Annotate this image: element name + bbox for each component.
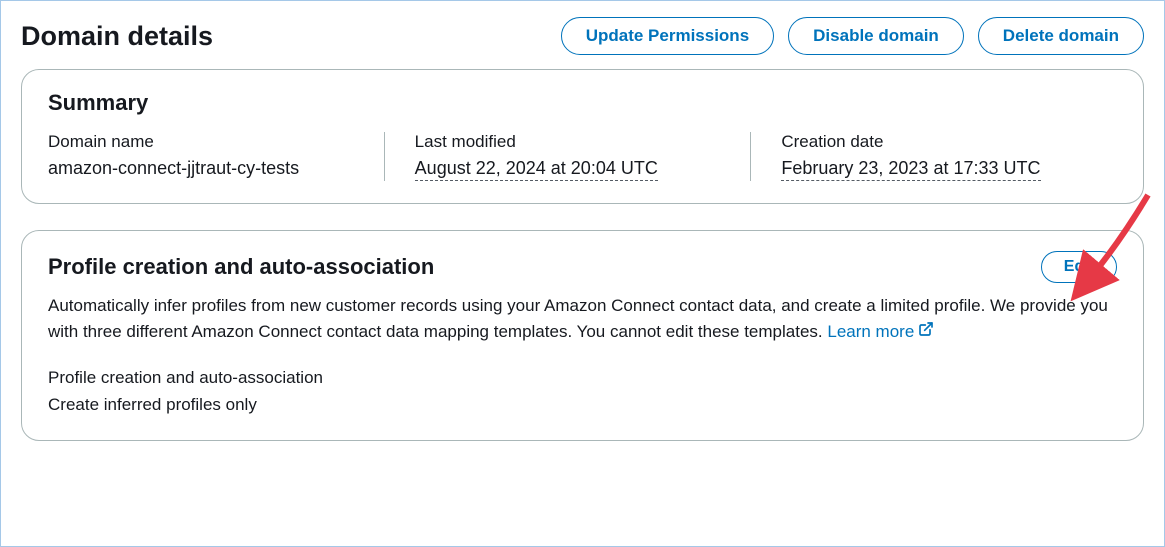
- disable-domain-button[interactable]: Disable domain: [788, 17, 964, 55]
- summary-panel: Summary Domain name amazon-connect-jjtra…: [21, 69, 1144, 204]
- delete-domain-button[interactable]: Delete domain: [978, 17, 1144, 55]
- last-modified-label: Last modified: [415, 132, 731, 152]
- profile-description-text: Automatically infer profiles from new cu…: [48, 296, 1108, 341]
- summary-title: Summary: [48, 90, 1117, 116]
- external-link-icon: [918, 319, 934, 345]
- summary-col-domain-name: Domain name amazon-connect-jjtraut-cy-te…: [48, 132, 384, 181]
- creation-date-value: February 23, 2023 at 17:33 UTC: [781, 158, 1040, 181]
- profile-description: Automatically infer profiles from new cu…: [48, 293, 1117, 344]
- creation-date-label: Creation date: [781, 132, 1097, 152]
- domain-name-value: amazon-connect-jjtraut-cy-tests: [48, 158, 364, 179]
- learn-more-link[interactable]: Learn more: [827, 319, 934, 345]
- summary-col-last-modified: Last modified August 22, 2024 at 20:04 U…: [384, 132, 751, 181]
- learn-more-label: Learn more: [827, 319, 914, 345]
- summary-col-creation-date: Creation date February 23, 2023 at 17:33…: [750, 132, 1117, 181]
- edit-button[interactable]: Edit: [1041, 251, 1117, 283]
- last-modified-value: August 22, 2024 at 20:04 UTC: [415, 158, 658, 181]
- update-permissions-button[interactable]: Update Permissions: [561, 17, 774, 55]
- profile-field-value: Create inferred profiles only: [48, 391, 1117, 418]
- page-title: Domain details: [21, 21, 213, 52]
- profile-field-label: Profile creation and auto-association: [48, 364, 1117, 391]
- header-button-row: Update Permissions Disable domain Delete…: [561, 17, 1144, 55]
- domain-name-label: Domain name: [48, 132, 364, 152]
- profile-panel: Profile creation and auto-association Ed…: [21, 230, 1144, 441]
- profile-panel-title: Profile creation and auto-association: [48, 254, 434, 280]
